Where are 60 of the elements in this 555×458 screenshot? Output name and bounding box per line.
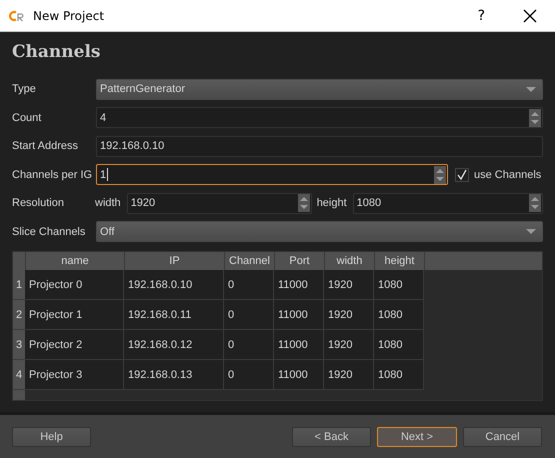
table-cell: 0 — [224, 330, 274, 360]
page-heading: Channels — [12, 42, 102, 64]
row-header[interactable]: 1 — [13, 270, 25, 300]
close-icon[interactable] — [523, 8, 537, 22]
table-cell: 192.168.0.12 — [124, 330, 224, 360]
table-cell: 1080 — [374, 330, 424, 360]
width-spinbox[interactable]: 1920 — [126, 192, 312, 214]
width-label: width — [95, 197, 121, 209]
spinner-icon — [529, 194, 541, 212]
table-cell: 1920 — [324, 360, 374, 390]
row-header[interactable]: 3 — [13, 330, 25, 360]
count-label: Count — [12, 112, 42, 124]
wizard-button[interactable]: Cancel — [463, 426, 542, 446]
dropdown-arrow-icon — [526, 86, 536, 92]
table-cell: Projector 2 — [25, 330, 124, 360]
slice-channels-label: Slice Channels — [12, 226, 86, 238]
type-dropdown[interactable]: PatternGenerator — [96, 78, 543, 100]
table-cell: 11000 — [274, 270, 324, 300]
help-button[interactable]: ? — [476, 8, 487, 24]
table-cell: 11000 — [274, 300, 324, 330]
count-spinbox[interactable]: 4 — [96, 107, 543, 128]
row-header[interactable]: 2 — [13, 300, 25, 330]
table-cell: 1920 — [324, 330, 374, 360]
slice-channels-dropdown[interactable]: Off — [96, 221, 543, 242]
spinner-icon — [298, 194, 310, 212]
table-cell: 11000 — [274, 330, 324, 360]
start-address-label: Start Address — [12, 140, 80, 152]
table-cell: 0 — [224, 270, 274, 300]
app-logo-icon — [9, 10, 25, 22]
window-title: New Project — [33, 8, 106, 22]
channels-per-ig-label: Channels per IG — [12, 168, 94, 180]
wizard-button[interactable]: < Back — [292, 426, 371, 446]
table-cell: 192.168.0.10 — [124, 270, 224, 300]
table-cell: Projector 3 — [25, 360, 124, 390]
table-cell: 1920 — [324, 270, 374, 300]
height-label: height — [316, 197, 347, 209]
type-label: Type — [12, 83, 37, 95]
table-cell: 192.168.0.11 — [124, 300, 224, 330]
table-cell: 192.168.0.13 — [124, 360, 224, 390]
use-channels-label: use Channels — [474, 168, 542, 180]
start-address-field[interactable]: 192.168.0.10 — [96, 136, 543, 156]
table-cell: 0 — [224, 360, 274, 390]
wizard-button[interactable]: Next > — [377, 426, 457, 446]
channels-per-ig-spinbox[interactable]: 1 — [96, 164, 448, 185]
table-cell: 0 — [224, 300, 274, 330]
height-spinbox[interactable]: 1080 — [352, 192, 543, 214]
table-cell: 1080 — [374, 270, 424, 300]
use-channels-checkbox[interactable] — [455, 168, 469, 182]
table-cell: Projector 0 — [25, 270, 124, 300]
spinner-icon — [434, 166, 446, 184]
table-cell: Projector 1 — [25, 300, 124, 330]
table-cell: 1920 — [324, 300, 374, 330]
help-button[interactable]: Help — [12, 426, 91, 446]
table-cell: 1080 — [374, 300, 424, 330]
resolution-label: Resolution — [12, 197, 65, 209]
dropdown-arrow-icon — [526, 229, 536, 234]
table-cell: 1080 — [374, 360, 424, 390]
row-header[interactable]: 4 — [13, 360, 25, 390]
spinner-icon — [529, 108, 541, 126]
table-cell: 11000 — [274, 360, 324, 390]
